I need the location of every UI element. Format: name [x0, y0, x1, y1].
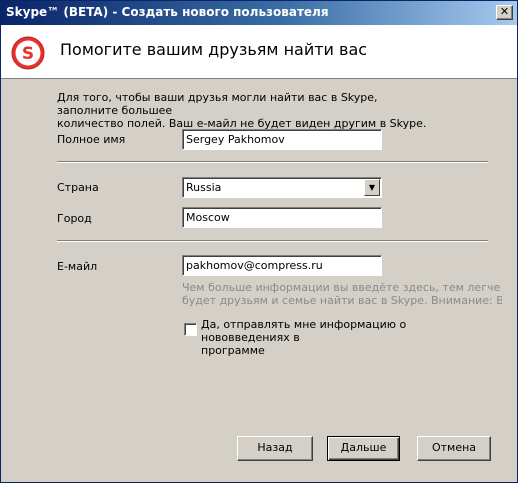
- full-name-input[interactable]: Sergey Pakhomov: [182, 129, 382, 150]
- close-button[interactable]: ✕: [496, 5, 513, 20]
- country-selected-value: Russia: [186, 181, 222, 194]
- newsletter-label-line-1: Да, отправлять мне информацию о нововвед…: [201, 318, 407, 344]
- dialog-header: S Помогите вашим друзьям найти вас: [1, 25, 517, 79]
- separator-2: [57, 240, 488, 242]
- separator-1: [57, 161, 488, 163]
- email-label: Е-майл: [57, 260, 98, 273]
- cancel-button[interactable]: Отмена: [417, 436, 491, 461]
- hint-line-2: будет друзьям и семье найти вас в Skype.…: [182, 294, 502, 307]
- title-bar[interactable]: Skype™ (BETA) - Создать нового пользоват…: [1, 1, 517, 25]
- hint-line-1: Чем больше информации вы введёте здесь, …: [182, 281, 501, 294]
- newsletter-checkbox-label[interactable]: Да, отправлять мне информацию о нововвед…: [201, 318, 491, 357]
- skype-logo-icon: S: [11, 36, 45, 70]
- email-input[interactable]: pakhomov@compress.ru: [182, 255, 382, 276]
- intro-line-1: Для того, чтобы ваши друзья могли найти …: [57, 91, 378, 117]
- newsletter-checkbox[interactable]: [184, 323, 197, 336]
- next-button[interactable]: Дальше: [327, 436, 400, 461]
- page-title: Помогите вашим друзьям найти вас: [60, 40, 368, 59]
- chevron-down-icon[interactable]: ▼: [364, 179, 380, 196]
- window-title: Skype™ (BETA) - Создать нового пользоват…: [6, 5, 329, 19]
- city-input[interactable]: Moscow: [182, 207, 382, 228]
- dialog-window: Skype™ (BETA) - Создать нового пользоват…: [0, 0, 518, 483]
- country-select[interactable]: Russia ▼: [182, 177, 382, 198]
- email-hint-text: Чем больше информации вы введёте здесь, …: [182, 281, 502, 307]
- full-name-label: Полное имя: [57, 133, 126, 146]
- country-label: Страна: [57, 181, 99, 194]
- city-label: Город: [57, 212, 92, 225]
- skype-logo-letter: S: [22, 44, 34, 64]
- newsletter-label-line-2: программе: [201, 344, 265, 357]
- intro-text: Для того, чтобы ваши друзья могли найти …: [57, 91, 437, 130]
- back-button[interactable]: Назад: [237, 436, 313, 461]
- close-icon: ✕: [499, 5, 510, 18]
